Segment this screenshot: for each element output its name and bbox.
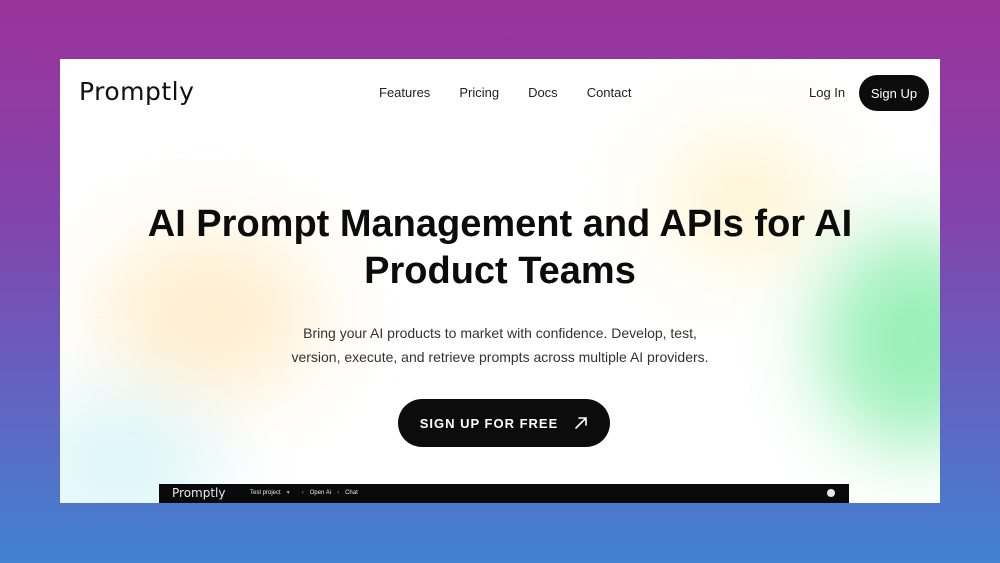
user-avatar-icon [827, 489, 835, 497]
signup-button[interactable]: Sign Up [859, 75, 929, 111]
promptly-logo[interactable]: Promptly [79, 77, 194, 106]
hero-subtitle: Bring your AI products to market with co… [250, 321, 750, 369]
breadcrumb-provider: Open Ai [309, 489, 332, 496]
nav-link-features[interactable]: Features [379, 85, 430, 100]
landing-page-screenshot: Promptly Features Pricing Docs Contact L… [60, 59, 940, 503]
signup-for-free-button[interactable]: SIGN UP FOR FREE [398, 399, 610, 447]
dropdown-caret-icon: ▾ [286, 490, 290, 496]
nav-link-pricing[interactable]: Pricing [459, 85, 499, 100]
arrow-up-right-icon [574, 416, 588, 430]
chevron-right-icon: › [337, 489, 340, 496]
app-preview-bar: Promptly Test project ▾ › Open Ai › Chat [159, 484, 849, 503]
login-link[interactable]: Log In [809, 85, 845, 100]
top-navigation: Promptly Features Pricing Docs Contact L… [60, 59, 940, 129]
preview-logo: Promptly [172, 486, 226, 500]
cta-label: SIGN UP FOR FREE [419, 415, 559, 431]
breadcrumb-project: Test project [250, 489, 281, 496]
hero-title: AI Prompt Management and APIs for AI Pro… [100, 201, 900, 295]
preview-breadcrumb: Test project ▾ › Open Ai › Chat [250, 489, 358, 497]
hero-subtitle-line-1: Bring your AI products to market with co… [303, 325, 697, 341]
chevron-right-icon: › [301, 489, 304, 496]
nav-link-contact[interactable]: Contact [587, 85, 632, 100]
hero-subtitle-line-2: version, execute, and retrieve prompts a… [291, 349, 709, 365]
breadcrumb-chat: Chat [345, 489, 358, 496]
hero-title-line-2: Product Teams [364, 250, 636, 292]
hero-title-line-1: AI Prompt Management and APIs for AI [147, 203, 853, 245]
nav-link-docs[interactable]: Docs [528, 85, 558, 100]
nav-links: Features Pricing Docs Contact [379, 85, 661, 100]
